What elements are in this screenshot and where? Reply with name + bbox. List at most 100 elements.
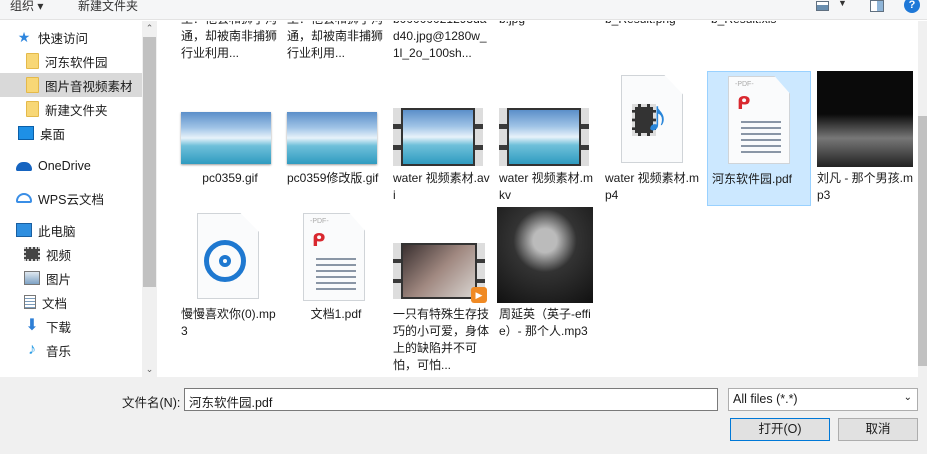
star-icon: ★: [17, 29, 31, 45]
scrollbar-thumb[interactable]: [143, 37, 156, 287]
sidebar-item-label: 图片音视频素材: [45, 79, 133, 94]
folder-icon: [26, 53, 39, 69]
new-folder-button[interactable]: 新建文件夹: [78, 0, 138, 14]
download-icon: ⬇: [25, 317, 39, 334]
scroll-up-icon[interactable]: ⌃: [142, 23, 157, 34]
cancel-button[interactable]: 取消: [838, 418, 918, 441]
file-item[interactable]: ♪ water 视频素材.mp4: [601, 71, 705, 206]
file-item[interactable]: ▶ 一只有特殊生存技巧的小可爱，身体上的缺陷并不可怕，可怕...: [389, 209, 493, 377]
file-item[interactable]: -PDF- ᑭ 文档1.pdf: [283, 209, 387, 377]
audio-file-icon: [197, 213, 259, 299]
sidebar-item-7[interactable]: 此电脑: [0, 218, 142, 242]
pdf-file-icon: -PDF- ᑭ: [303, 213, 365, 301]
folder-icon: [26, 101, 39, 117]
sidebar-item-1[interactable]: 河东软件园: [0, 49, 142, 73]
file-item[interactable]: 慢慢喜欢你(0).mp3: [177, 209, 281, 377]
sidebar-item-0[interactable]: ★ 快速访问: [0, 25, 142, 49]
file-item[interactable]: 刘凡 - 那个男孩.mp3: [813, 71, 917, 206]
file-item[interactable]: pc0359.gif: [177, 71, 281, 206]
sidebar-item-3[interactable]: 新建文件夹: [0, 97, 142, 121]
sidebar-item-label: 新建文件夹: [45, 103, 108, 118]
file-name: pc0359修改版.gif: [287, 171, 379, 185]
preview-pane-icon[interactable]: [870, 0, 884, 12]
folder-icon: [26, 77, 39, 93]
sidebar-item-label: 桌面: [40, 127, 66, 142]
media-file-icon: ♪: [621, 75, 683, 163]
file-name: b_Result.xls: [711, 21, 809, 28]
sidebar-item-label: 快速访问: [38, 31, 89, 46]
file-name: b.jpg: [499, 21, 597, 28]
file-name: b00000021293dad40.jpg@1280w_1l_2o_100sh.…: [393, 21, 487, 60]
file-name: pc0359.gif: [202, 171, 258, 185]
file-item[interactable]: b_Result.png: [601, 21, 705, 71]
sidebar-item-label: 下载: [46, 320, 72, 335]
chevron-down-icon: ⌄: [903, 392, 912, 403]
scrollbar-thumb[interactable]: [918, 116, 927, 366]
organize-button[interactable]: 组织 ▾: [10, 0, 43, 14]
pdf-label: -PDF-: [735, 81, 754, 88]
video-thumbnail: ▶: [393, 243, 487, 303]
file-name: b_Result.png: [605, 21, 703, 28]
content-scrollbar[interactable]: [918, 21, 927, 377]
chevron-down-icon[interactable]: ▼: [838, 0, 847, 8]
wps-cloud-icon: [16, 193, 32, 203]
file-type-select[interactable]: All files (*.*) ⌄: [728, 388, 918, 411]
sidebar-item-6[interactable]: WPS云文档: [0, 186, 142, 210]
sidebar-item-10[interactable]: 文档: [0, 290, 142, 314]
album-art: [497, 207, 593, 303]
sidebar-item-label: 文档: [42, 296, 68, 311]
video-thumbnail: [499, 108, 589, 166]
file-name: 土？他会和狮子沟通，却被南非捕狮行业利用...: [287, 21, 384, 60]
file-name: 河东软件园.pdf: [712, 172, 793, 186]
sidebar-item-label: WPS云文档: [38, 192, 104, 207]
file-item[interactable]: 土？他会和狮子沟通，却被南非捕狮行业利用...: [283, 21, 387, 71]
file-item[interactable]: -PDF- ᑭ 河东软件园.pdf: [707, 71, 811, 206]
file-name: 周延英（英子-effie）- 那个人.mp3: [499, 307, 591, 338]
sidebar-item-11[interactable]: ⬇ 下载: [0, 314, 142, 338]
album-art: [817, 71, 913, 167]
navigation-pane: ★ 快速访问河东软件园图片音视频素材 新建文件夹桌面 OneDrive WPS云文档此电…: [0, 21, 142, 377]
sidebar-item-8[interactable]: 视频: [0, 242, 142, 266]
file-item[interactable]: b00000021293dad40.jpg@1280w_1l_2o_100sh.…: [389, 21, 493, 71]
file-name: 土？他会和狮子沟通，却被南非捕狮行业利用...: [181, 21, 278, 60]
scroll-down-icon[interactable]: ⌄: [142, 364, 157, 375]
cloud-icon: [16, 161, 32, 171]
file-name: water 视频素材.mkv: [499, 171, 594, 202]
file-name: 慢慢喜欢你(0).mp3: [181, 307, 276, 338]
video-icon: [24, 247, 40, 261]
file-item[interactable]: b.jpg: [495, 21, 599, 71]
video-thumbnail: [393, 108, 483, 166]
filename-label: 文件名(N):: [122, 396, 181, 410]
sidebar-item-label: OneDrive: [38, 159, 91, 173]
computer-icon: [16, 223, 32, 237]
picture-icon: [24, 271, 40, 285]
file-name: water 视频素材.mp4: [605, 171, 700, 202]
file-type-value: All files (*.*): [733, 392, 798, 406]
music-icon: ♪: [28, 341, 36, 358]
file-item[interactable]: 土？他会和狮子沟通，却被南非捕狮行业利用...: [177, 21, 281, 71]
pdf-file-icon: -PDF- ᑭ: [728, 76, 790, 164]
file-item[interactable]: pc0359修改版.gif: [283, 71, 387, 206]
open-button[interactable]: 打开(O): [730, 418, 830, 441]
sidebar-item-9[interactable]: 图片: [0, 266, 142, 290]
filename-input[interactable]: 河东软件园.pdf: [184, 388, 718, 411]
pdf-label: -PDF-: [310, 218, 329, 225]
image-thumbnail: [287, 112, 377, 164]
sidebar-item-4[interactable]: 桌面: [0, 121, 142, 145]
file-item[interactable]: 周延英（英子-effie）- 那个人.mp3: [495, 207, 599, 377]
toolbar: 组织 ▾ 新建文件夹 ▼ ?: [0, 0, 927, 20]
view-options-icon[interactable]: [816, 1, 829, 11]
sidebar-item-2[interactable]: 图片音视频素材: [0, 73, 142, 97]
sidebar-item-12[interactable]: ♪ 音乐: [0, 338, 142, 362]
image-thumbnail: [181, 112, 271, 164]
sidebar-item-5[interactable]: OneDrive: [0, 154, 142, 178]
file-item[interactable]: water 视频素材.mkv: [495, 71, 599, 206]
file-item[interactable]: b_Result.xls: [707, 21, 811, 71]
sidebar-item-label: 音乐: [46, 344, 72, 359]
sidebar-item-label: 河东软件园: [45, 55, 108, 70]
file-item[interactable]: water 视频素材.avi: [389, 71, 493, 206]
help-icon[interactable]: ?: [904, 0, 920, 13]
dialog-footer: 文件名(N): 河东软件园.pdf All files (*.*) ⌄ 打开(O…: [0, 377, 927, 454]
sidebar-scrollbar[interactable]: ⌃ ⌄: [142, 21, 157, 377]
document-icon: [24, 295, 36, 309]
